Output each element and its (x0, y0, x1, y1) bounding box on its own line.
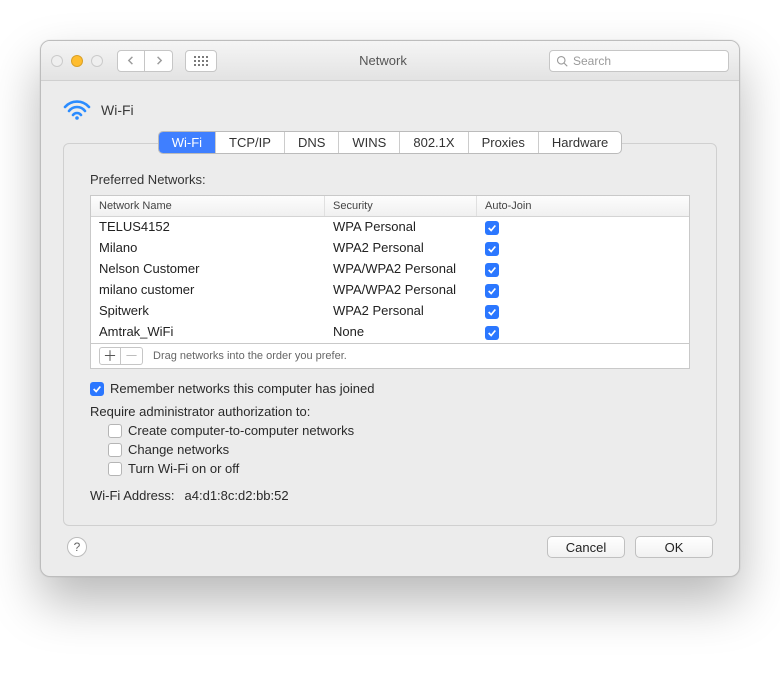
remember-networks-checkbox[interactable] (90, 382, 104, 396)
admin-option-label: Turn Wi-Fi on or off (128, 461, 239, 476)
wifi-icon (63, 99, 91, 121)
cell-auto-join (477, 238, 689, 259)
cell-auto-join (477, 259, 689, 280)
tabs: Wi-FiTCP/IPDNSWINS802.1XProxiesHardware (63, 131, 717, 154)
minimize-window-button[interactable] (71, 55, 83, 67)
auto-join-checkbox[interactable] (485, 284, 499, 298)
table-row[interactable]: SpitwerkWPA2 Personal (91, 301, 689, 322)
auto-join-checkbox[interactable] (485, 263, 499, 277)
col-security[interactable]: Security (325, 196, 477, 216)
ok-button[interactable]: OK (635, 536, 713, 558)
col-auto-join[interactable]: Auto-Join (477, 196, 689, 216)
admin-option-row[interactable]: Turn Wi-Fi on or off (108, 461, 690, 476)
cancel-button[interactable]: Cancel (547, 536, 625, 558)
tab-proxies[interactable]: Proxies (468, 132, 538, 153)
titlebar: Network Search (41, 41, 739, 81)
tab-wifi[interactable]: Wi-Fi (159, 132, 215, 153)
tab-tcpip[interactable]: TCP/IP (215, 132, 284, 153)
admin-option-row[interactable]: Create computer-to-computer networks (108, 423, 690, 438)
cell-security: None (325, 322, 477, 343)
add-network-button[interactable]: ＋ (99, 347, 121, 365)
search-placeholder: Search (573, 54, 611, 68)
footer: ? Cancel OK (63, 536, 717, 560)
add-remove-bar: ＋ － Drag networks into the order you pre… (90, 344, 690, 369)
content-area: Wi-Fi Wi-FiTCP/IPDNSWINS802.1XProxiesHar… (41, 81, 739, 576)
table-row[interactable]: Nelson CustomerWPA/WPA2 Personal (91, 259, 689, 280)
tab-8021x[interactable]: 802.1X (399, 132, 467, 153)
admin-option-row[interactable]: Change networks (108, 442, 690, 457)
tab-dns[interactable]: DNS (284, 132, 338, 153)
page-header: Wi-Fi (63, 99, 717, 121)
preferred-networks-table: Network Name Security Auto-Join TELUS415… (90, 195, 690, 344)
window-title: Network (225, 53, 541, 68)
table-header: Network Name Security Auto-Join (91, 196, 689, 217)
cell-network-name: milano customer (91, 280, 325, 301)
tab-hardware[interactable]: Hardware (538, 132, 621, 153)
admin-option-checkbox[interactable] (108, 443, 122, 457)
cell-security: WPA/WPA2 Personal (325, 259, 477, 280)
col-network-name[interactable]: Network Name (91, 196, 325, 216)
drag-hint: Drag networks into the order you prefer. (153, 350, 347, 362)
forward-button[interactable] (145, 50, 173, 72)
tab-wins[interactable]: WINS (338, 132, 399, 153)
cell-auto-join (477, 301, 689, 322)
help-button[interactable]: ? (67, 537, 87, 557)
cell-auto-join (477, 217, 689, 238)
table-row[interactable]: Amtrak_WiFiNone (91, 322, 689, 343)
search-field[interactable]: Search (549, 50, 729, 72)
show-all-button[interactable] (185, 50, 217, 72)
preferred-networks-label: Preferred Networks: (90, 172, 690, 187)
wifi-panel: Preferred Networks: Network Name Securit… (63, 143, 717, 526)
cell-network-name: Nelson Customer (91, 259, 325, 280)
table-row[interactable]: MilanoWPA2 Personal (91, 238, 689, 259)
admin-option-label: Create computer-to-computer networks (128, 423, 354, 438)
auto-join-checkbox[interactable] (485, 305, 499, 319)
cell-auto-join (477, 322, 689, 343)
table-row[interactable]: milano customerWPA/WPA2 Personal (91, 280, 689, 301)
auto-join-checkbox[interactable] (485, 242, 499, 256)
cell-security: WPA2 Personal (325, 301, 477, 322)
cell-security: WPA Personal (325, 217, 477, 238)
zoom-window-button[interactable] (91, 55, 103, 67)
page-title: Wi-Fi (101, 102, 134, 118)
admin-option-checkbox[interactable] (108, 424, 122, 438)
cell-network-name: Spitwerk (91, 301, 325, 322)
cell-network-name: TELUS4152 (91, 217, 325, 238)
cell-network-name: Amtrak_WiFi (91, 322, 325, 343)
wifi-address-value: a4:d1:8c:d2:bb:52 (185, 488, 289, 503)
auto-join-checkbox[interactable] (485, 326, 499, 340)
cell-network-name: Milano (91, 238, 325, 259)
auto-join-checkbox[interactable] (485, 221, 499, 235)
cell-security: WPA/WPA2 Personal (325, 280, 477, 301)
cell-auto-join (477, 280, 689, 301)
remember-networks-row[interactable]: Remember networks this computer has join… (90, 381, 690, 396)
network-prefs-window: Network Search Wi-Fi Wi-FiTCP/IPDNSWINS8… (40, 40, 740, 577)
traffic-lights (51, 55, 103, 67)
close-window-button[interactable] (51, 55, 63, 67)
back-button[interactable] (117, 50, 145, 72)
search-icon (556, 55, 568, 67)
admin-option-checkbox[interactable] (108, 462, 122, 476)
table-row[interactable]: TELUS4152WPA Personal (91, 217, 689, 238)
remember-networks-label: Remember networks this computer has join… (110, 381, 374, 396)
cell-security: WPA2 Personal (325, 238, 477, 259)
remove-network-button[interactable]: － (121, 347, 143, 365)
admin-option-label: Change networks (128, 442, 229, 457)
admin-auth-label: Require administrator authorization to: (90, 404, 310, 419)
wifi-address-label: Wi-Fi Address: (90, 488, 175, 503)
back-forward-group (117, 50, 173, 72)
wifi-address-row: Wi-Fi Address: a4:d1:8c:d2:bb:52 (90, 488, 690, 503)
